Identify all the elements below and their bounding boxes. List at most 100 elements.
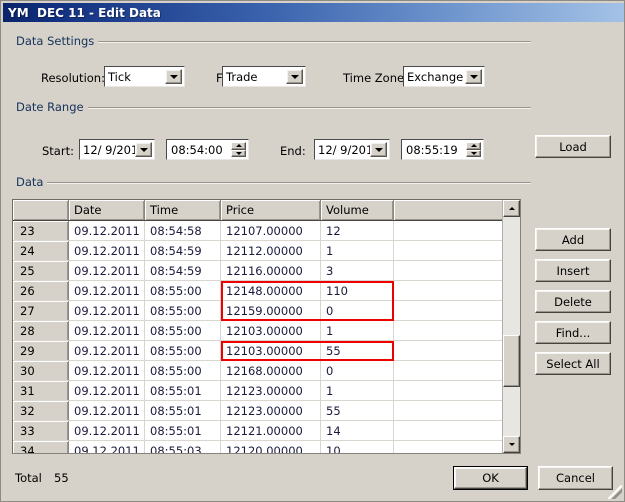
load-button[interactable]: Load: [535, 135, 611, 158]
cell-empty[interactable]: [394, 401, 504, 420]
row-index[interactable]: 24: [13, 241, 69, 260]
cell-volume[interactable]: 1: [321, 321, 394, 340]
table-row[interactable]: 27 09.12.2011 08:55:00 12159.00000 0: [13, 301, 504, 321]
cell-volume[interactable]: 3: [321, 261, 394, 280]
cell-price[interactable]: 12107.00000: [221, 221, 321, 240]
resolution-combobox[interactable]: Tick: [104, 66, 185, 87]
cell-price[interactable]: 12112.00000: [221, 241, 321, 260]
scroll-up-button[interactable]: [503, 200, 520, 217]
cell-volume[interactable]: 0: [321, 301, 394, 320]
row-index[interactable]: 33: [13, 421, 69, 440]
find-button[interactable]: Find...: [535, 321, 611, 344]
cell-volume[interactable]: 0: [321, 361, 394, 380]
table-row[interactable]: 25 09.12.2011 08:54:59 12116.00000 3: [13, 261, 504, 281]
ok-button[interactable]: OK: [453, 466, 528, 490]
cell-empty[interactable]: [394, 381, 504, 400]
end-time-field[interactable]: 08:55:19: [401, 139, 484, 160]
cell-empty[interactable]: [394, 281, 504, 300]
column-header-empty[interactable]: [394, 200, 504, 220]
cell-price[interactable]: 12103.00000: [221, 341, 321, 360]
scrollbar-thumb[interactable]: [503, 335, 520, 387]
cell-price[interactable]: 12120.00000: [221, 441, 321, 453]
cell-empty[interactable]: [394, 241, 504, 260]
grid-vertical-scrollbar[interactable]: [502, 200, 520, 453]
cell-date[interactable]: 09.12.2011: [69, 441, 145, 453]
row-index[interactable]: 23: [13, 221, 69, 240]
end-date-dropdown-button[interactable]: [370, 142, 387, 157]
cell-volume[interactable]: 55: [321, 341, 394, 360]
field-combobox[interactable]: Trade: [222, 66, 306, 87]
cell-price[interactable]: 12121.00000: [221, 421, 321, 440]
cell-date[interactable]: 09.12.2011: [69, 221, 145, 240]
cell-price[interactable]: 12116.00000: [221, 261, 321, 280]
field-dropdown-button[interactable]: [286, 69, 303, 84]
time-zone-dropdown-button[interactable]: [465, 69, 482, 84]
cell-date[interactable]: 09.12.2011: [69, 281, 145, 300]
cell-date[interactable]: 09.12.2011: [69, 341, 145, 360]
cell-price[interactable]: 12159.00000: [221, 301, 321, 320]
cell-date[interactable]: 09.12.2011: [69, 381, 145, 400]
cell-time[interactable]: 08:54:58: [145, 221, 221, 240]
cell-date[interactable]: 09.12.2011: [69, 321, 145, 340]
cell-empty[interactable]: [394, 261, 504, 280]
table-row[interactable]: 26 09.12.2011 08:55:00 12148.00000 110: [13, 281, 504, 301]
row-index[interactable]: 26: [13, 281, 69, 300]
start-time-field[interactable]: 08:54:00: [166, 139, 249, 160]
row-index[interactable]: 34: [13, 441, 69, 453]
cell-date[interactable]: 09.12.2011: [69, 421, 145, 440]
table-row[interactable]: 29 09.12.2011 08:55:00 12103.00000 55: [13, 341, 504, 361]
title-bar[interactable]: YM DEC 11 - Edit Data: [3, 3, 624, 22]
start-date-dropdown-button[interactable]: [135, 142, 152, 157]
row-index[interactable]: 29: [13, 341, 69, 360]
start-date-picker[interactable]: 12/ 9/2011: [79, 139, 155, 160]
cell-price[interactable]: 12123.00000: [221, 401, 321, 420]
cell-date[interactable]: 09.12.2011: [69, 261, 145, 280]
cell-volume[interactable]: 12: [321, 221, 394, 240]
table-row[interactable]: 34 09.12.2011 08:55:03 12120.00000 10: [13, 441, 504, 453]
cell-volume[interactable]: 55: [321, 401, 394, 420]
start-time-spinner[interactable]: [231, 142, 246, 157]
cell-time[interactable]: 08:55:00: [145, 281, 221, 300]
cell-time[interactable]: 08:55:00: [145, 341, 221, 360]
cell-time[interactable]: 08:55:01: [145, 381, 221, 400]
column-header-date[interactable]: Date: [69, 200, 145, 220]
row-index[interactable]: 30: [13, 361, 69, 380]
end-time-spinner[interactable]: [466, 142, 481, 157]
end-time-spinner-down[interactable]: [466, 149, 481, 157]
column-header-price[interactable]: Price: [221, 200, 321, 220]
cell-empty[interactable]: [394, 321, 504, 340]
column-header-volume[interactable]: Volume: [321, 200, 394, 220]
cell-date[interactable]: 09.12.2011: [69, 301, 145, 320]
cell-volume[interactable]: 1: [321, 241, 394, 260]
add-button[interactable]: Add: [535, 228, 611, 251]
column-header-time[interactable]: Time: [145, 200, 221, 220]
cell-empty[interactable]: [394, 301, 504, 320]
cell-time[interactable]: 08:54:59: [145, 261, 221, 280]
insert-button[interactable]: Insert: [535, 259, 611, 282]
cell-empty[interactable]: [394, 441, 504, 453]
end-date-picker[interactable]: 12/ 9/2011: [314, 139, 390, 160]
table-row[interactable]: 31 09.12.2011 08:55:01 12123.00000 1: [13, 381, 504, 401]
cell-date[interactable]: 09.12.2011: [69, 401, 145, 420]
end-time-spinner-up[interactable]: [466, 142, 481, 150]
row-index[interactable]: 27: [13, 301, 69, 320]
cell-volume[interactable]: 10: [321, 441, 394, 453]
table-row[interactable]: 32 09.12.2011 08:55:01 12123.00000 55: [13, 401, 504, 421]
cell-time[interactable]: 08:55:03: [145, 441, 221, 453]
column-header-index[interactable]: [13, 200, 69, 220]
table-row[interactable]: 30 09.12.2011 08:55:00 12168.00000 0: [13, 361, 504, 381]
cell-date[interactable]: 09.12.2011: [69, 241, 145, 260]
start-time-spinner-down[interactable]: [231, 149, 246, 157]
cell-empty[interactable]: [394, 361, 504, 380]
cell-empty[interactable]: [394, 221, 504, 240]
row-index[interactable]: 28: [13, 321, 69, 340]
select-all-button[interactable]: Select All: [535, 352, 611, 375]
row-index[interactable]: 25: [13, 261, 69, 280]
resize-grip[interactable]: [608, 485, 622, 499]
row-index[interactable]: 32: [13, 401, 69, 420]
cell-price[interactable]: 12168.00000: [221, 361, 321, 380]
table-row[interactable]: 23 09.12.2011 08:54:58 12107.00000 12: [13, 221, 504, 241]
row-index[interactable]: 31: [13, 381, 69, 400]
cell-price[interactable]: 12123.00000: [221, 381, 321, 400]
start-time-spinner-up[interactable]: [231, 142, 246, 150]
